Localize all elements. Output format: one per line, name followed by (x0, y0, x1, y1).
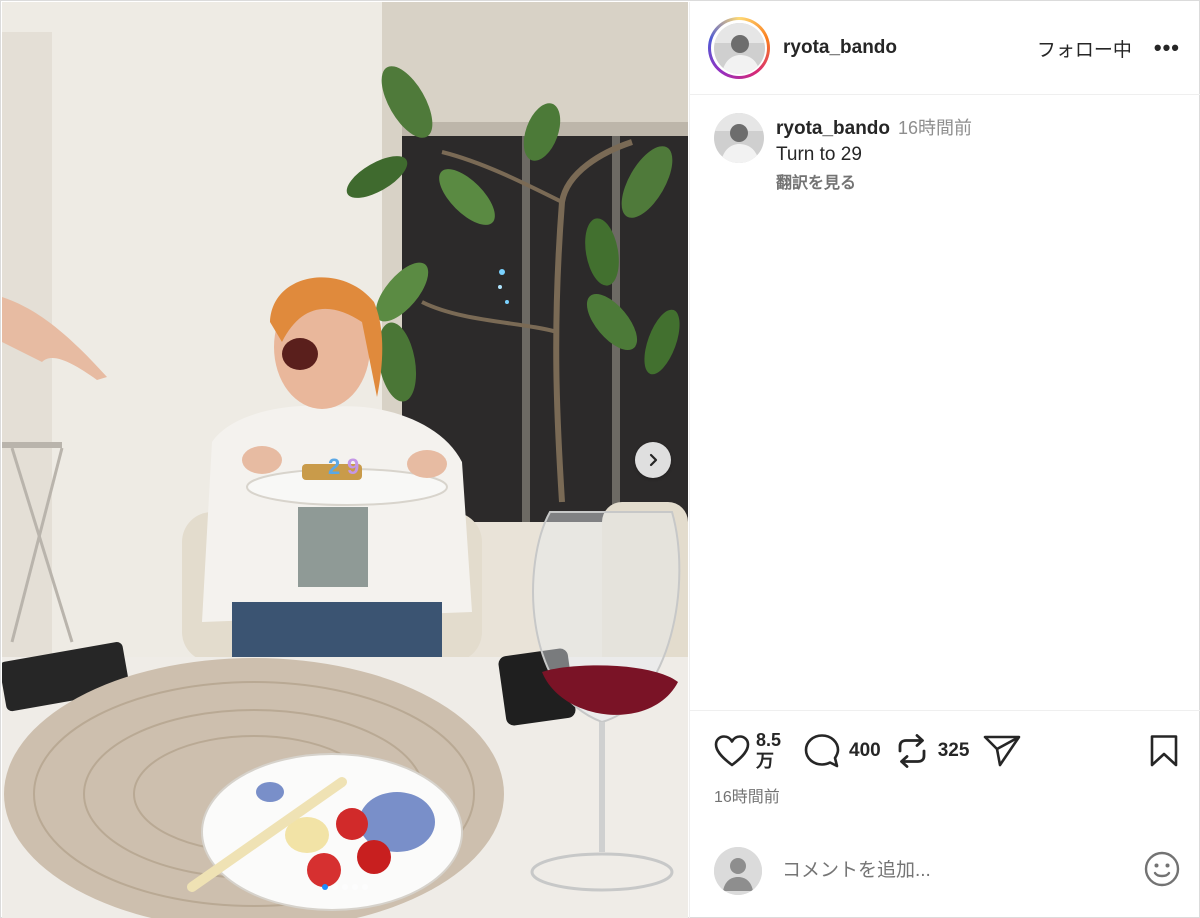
photo-image: 2 9 (2, 2, 688, 918)
carousel-dot[interactable] (322, 884, 328, 890)
like-count-unit: 万 (756, 751, 774, 771)
avatar (713, 22, 765, 74)
comment-button[interactable]: 400 (804, 733, 881, 769)
carousel-dot[interactable] (332, 884, 338, 890)
current-user-avatar (714, 847, 762, 895)
caption-text: Turn to 29 (776, 144, 862, 165)
repost-count: 325 (937, 740, 970, 761)
comment-input[interactable] (782, 860, 1143, 882)
caption-avatar[interactable] (714, 113, 764, 163)
post-side-panel: ryota_bando フォロー中 ••• ryota_bando 16時間前 T… (689, 2, 1200, 918)
post-photo[interactable]: 2 9 (2, 2, 688, 918)
like-button[interactable]: 8.5 万 (714, 730, 790, 772)
comment-bubble-icon (804, 734, 840, 768)
comment-count: 400 (849, 740, 881, 761)
action-bar: 8.5 万 400 325 (690, 711, 1200, 791)
svg-text:2: 2 (328, 454, 340, 479)
carousel-dot[interactable] (362, 884, 368, 890)
post-frame: 2 9 ryota_bando フォロー中 ••• ryota_bando 16… (0, 0, 1200, 918)
following-button[interactable]: フォロー中 (1037, 35, 1132, 62)
action-section: 8.5 万 400 325 16時間前 (690, 710, 1200, 806)
svg-text:9: 9 (347, 454, 359, 479)
caption-timestamp: 16時間前 (898, 118, 973, 138)
save-button[interactable] (1149, 734, 1179, 768)
send-icon (984, 735, 1021, 767)
post-header: ryota_bando フォロー中 ••• (690, 2, 1200, 95)
like-count[interactable]: 8.5 万 (756, 730, 790, 772)
comment-composer (690, 832, 1200, 910)
bookmark-icon (1150, 735, 1178, 767)
carousel-indicator (2, 884, 688, 890)
carousel-dot[interactable] (352, 884, 358, 890)
header-username[interactable]: ryota_bando (783, 37, 897, 59)
carousel-next-button[interactable] (635, 442, 671, 478)
smiley-icon (1144, 851, 1180, 886)
caption-username[interactable]: ryota_bando (776, 118, 890, 139)
story-ring[interactable] (708, 17, 770, 79)
share-button[interactable] (983, 734, 1021, 768)
translate-link[interactable]: 翻訳を見る (776, 169, 972, 193)
chevron-right-icon (649, 453, 658, 467)
like-count-number: 8.5 (756, 730, 782, 750)
post-timestamp[interactable]: 16時間前 (714, 783, 780, 807)
repost-icon (898, 734, 926, 768)
caption: ryota_bando 16時間前 Turn to 29 翻訳を見る (690, 95, 1200, 193)
repost-button[interactable]: 325 (895, 733, 970, 769)
more-options-button[interactable]: ••• (1154, 37, 1180, 59)
carousel-dot[interactable] (342, 884, 348, 890)
emoji-button[interactable] (1143, 850, 1181, 893)
heart-icon (714, 735, 750, 767)
